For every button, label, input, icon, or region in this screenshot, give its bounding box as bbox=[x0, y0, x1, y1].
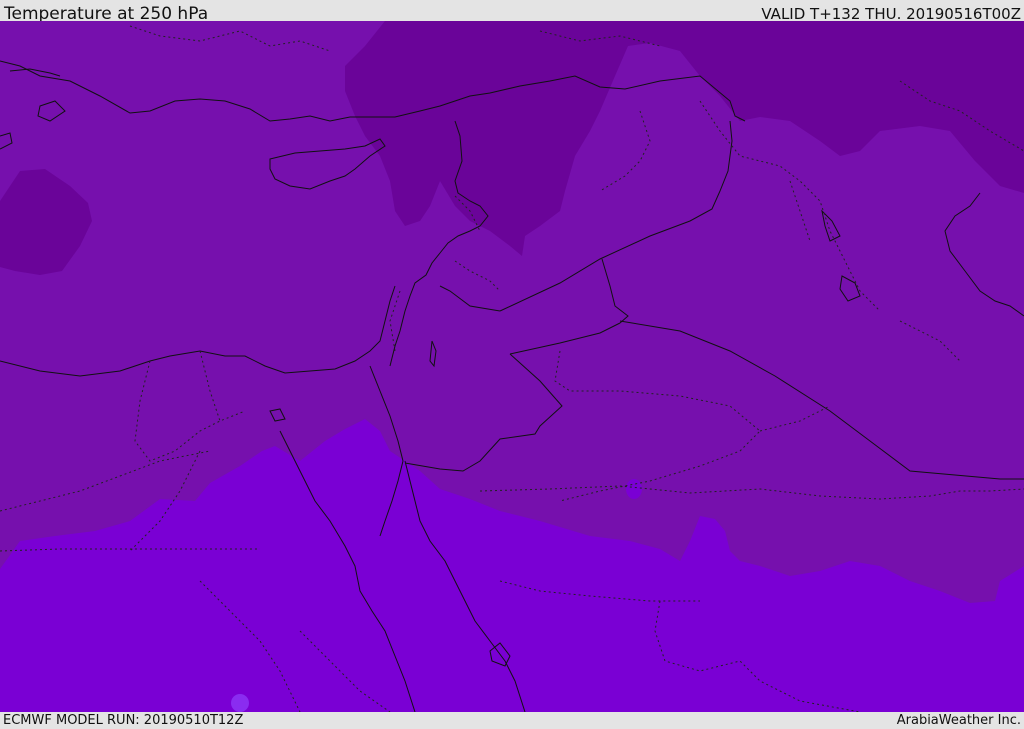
temperature-spot bbox=[231, 694, 249, 712]
footer-bar: ECMWF MODEL RUN: 20190510T12Z ArabiaWeat… bbox=[0, 712, 1024, 729]
model-run-label: ECMWF MODEL RUN: 20190510T12Z bbox=[3, 713, 244, 728]
weather-map[interactable] bbox=[0, 21, 1024, 712]
credit-label: ArabiaWeather Inc. bbox=[896, 713, 1021, 728]
header-bar: Temperature at 250 hPa VALID T+132 THU. … bbox=[0, 0, 1024, 24]
map-canvas bbox=[0, 21, 1024, 712]
temperature-spot-small bbox=[626, 479, 642, 499]
